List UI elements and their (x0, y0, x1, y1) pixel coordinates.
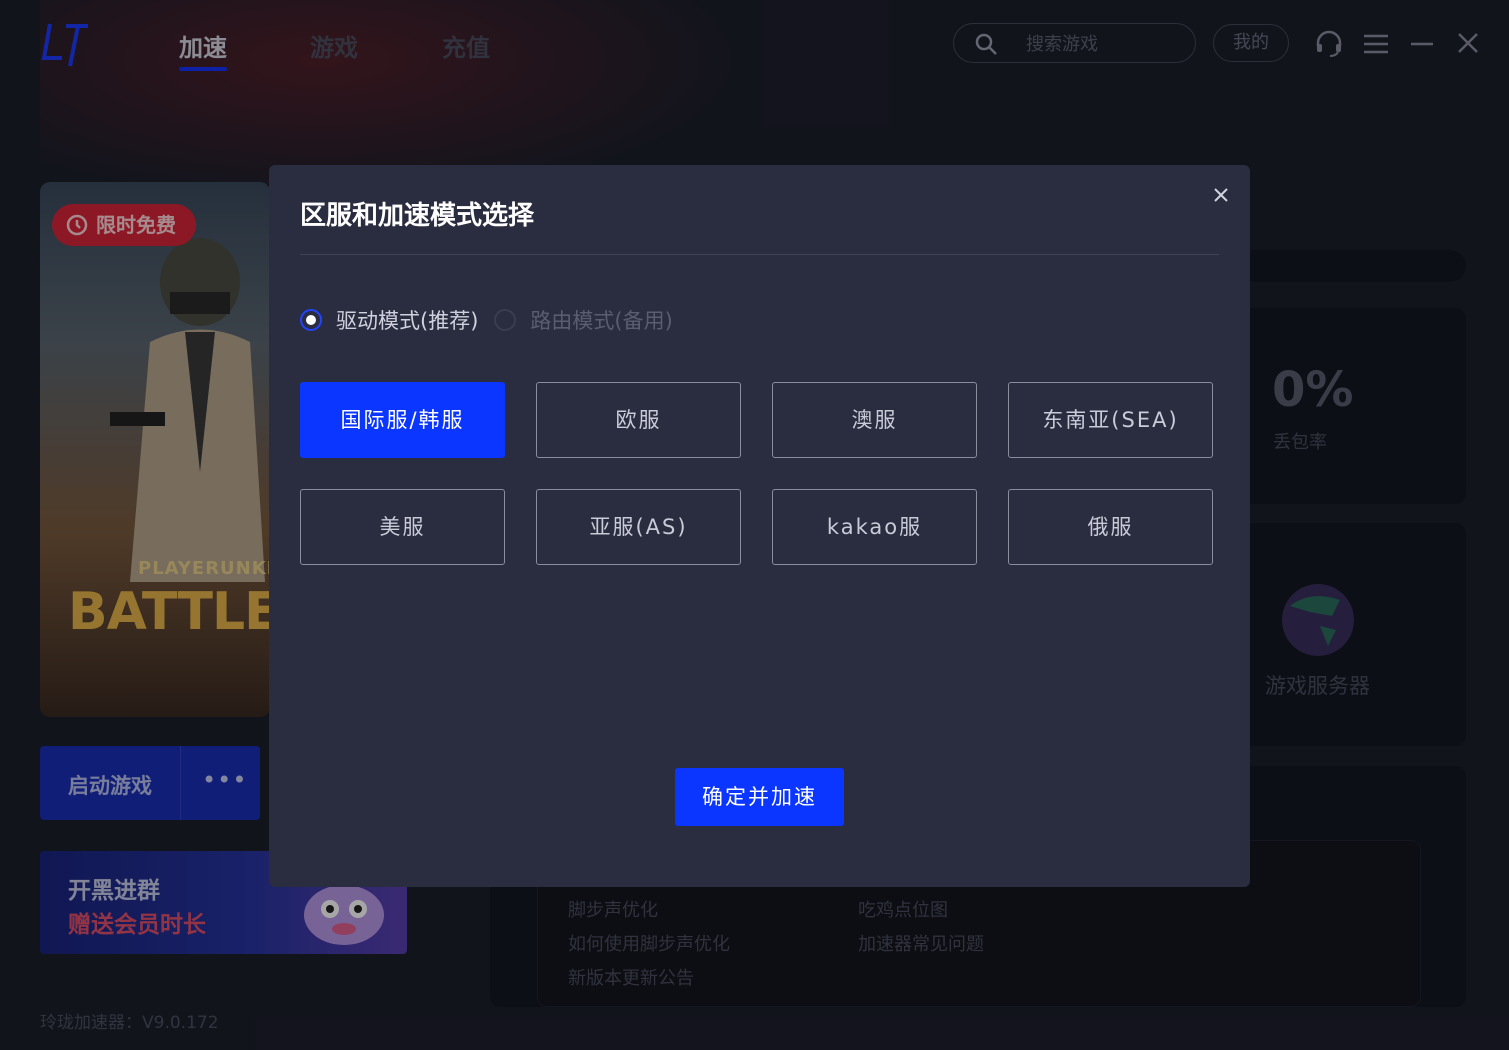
region-au-button[interactable]: 澳服 (772, 382, 977, 458)
confirm-accelerate-button[interactable]: 确定并加速 (675, 768, 844, 826)
mode-radio-group: 驱动模式(推荐) 路由模式(备用) (300, 305, 673, 335)
region-intl-kr-button[interactable]: 国际服/韩服 (300, 382, 505, 458)
region-sea-button[interactable]: 东南亚(SEA) (1008, 382, 1213, 458)
region-ru-button[interactable]: 俄服 (1008, 489, 1213, 565)
radio-router-mode-label[interactable]: 路由模式(备用) (530, 305, 672, 335)
radio-router-mode[interactable] (494, 309, 517, 331)
region-eu-button[interactable]: 欧服 (536, 382, 741, 458)
radio-driver-mode-label[interactable]: 驱动模式(推荐) (336, 305, 478, 335)
region-mode-dialog: 区服和加速模式选择 驱动模式(推荐) 路由模式(备用) 国际服/韩服 欧服 澳服… (269, 165, 1250, 887)
region-kakao-button[interactable]: kakao服 (772, 489, 977, 565)
region-as-button[interactable]: 亚服(AS) (536, 489, 741, 565)
close-icon[interactable] (1211, 185, 1231, 205)
dialog-divider (300, 254, 1219, 255)
dialog-title: 区服和加速模式选择 (300, 201, 535, 231)
region-na-button[interactable]: 美服 (300, 489, 505, 565)
radio-driver-mode[interactable] (300, 309, 322, 331)
